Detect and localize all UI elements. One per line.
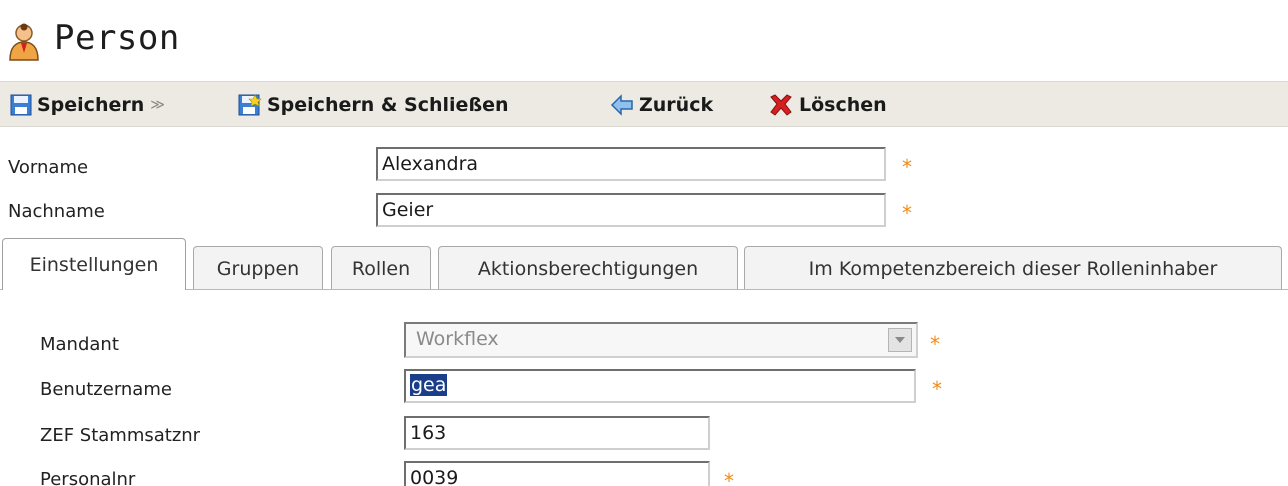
last-name-label: Nachname bbox=[8, 201, 105, 222]
delete-x-icon bbox=[770, 94, 792, 116]
mandant-select[interactable]: Workflex bbox=[404, 322, 918, 358]
back-label: Zurück bbox=[639, 94, 714, 116]
toolbar: Speichern ≫ Speichern & Schließen Zurück… bbox=[0, 81, 1288, 127]
chevron-down-icon[interactable] bbox=[888, 328, 912, 352]
page-title: Person bbox=[54, 18, 180, 58]
username-input[interactable]: gea bbox=[404, 369, 916, 403]
tab-bar: Einstellungen Gruppen Rollen Aktionsbere… bbox=[0, 238, 1288, 290]
save-label: Speichern bbox=[37, 94, 145, 116]
username-label: Benutzername bbox=[40, 379, 172, 400]
zef-stammsatznr-input[interactable] bbox=[404, 416, 710, 450]
back-button[interactable]: Zurück bbox=[610, 82, 713, 128]
first-name-input[interactable] bbox=[376, 147, 886, 181]
mandant-required-star: * bbox=[930, 332, 940, 356]
tab-rollen[interactable]: Rollen bbox=[331, 246, 431, 290]
person-icon bbox=[9, 23, 39, 61]
save-button[interactable]: Speichern ≫ bbox=[10, 82, 165, 128]
mandant-value: Workflex bbox=[416, 328, 499, 350]
tab-einstellungen[interactable]: Einstellungen bbox=[2, 238, 186, 290]
first-name-required-star: * bbox=[902, 155, 912, 179]
personalnr-label: Personalnr bbox=[40, 469, 136, 486]
save-close-icon bbox=[238, 94, 262, 116]
zef-stammsatznr-label: ZEF Stammsatznr bbox=[40, 425, 201, 446]
last-name-input[interactable] bbox=[376, 193, 886, 227]
personalnr-required-star: * bbox=[724, 469, 734, 486]
delete-label: Löschen bbox=[799, 94, 887, 116]
delete-button[interactable]: Löschen bbox=[768, 82, 887, 128]
save-icon bbox=[10, 94, 32, 116]
tab-gruppen[interactable]: Gruppen bbox=[193, 246, 323, 290]
last-name-required-star: * bbox=[902, 201, 912, 225]
personalnr-input[interactable] bbox=[404, 461, 710, 486]
save-and-close-button[interactable]: Speichern & Schließen bbox=[238, 82, 509, 128]
save-close-label: Speichern & Schließen bbox=[267, 94, 509, 116]
first-name-label: Vorname bbox=[8, 157, 89, 178]
arrow-left-icon bbox=[610, 94, 633, 116]
tab-divider bbox=[0, 289, 1288, 290]
tab-kompetenzbereich[interactable]: Im Kompetenzbereich dieser Rolleninhaber bbox=[744, 246, 1282, 290]
username-selected-text: gea bbox=[410, 374, 448, 396]
tab-aktionsberechtigungen[interactable]: Aktionsberechtigungen bbox=[438, 246, 738, 290]
save-options-chevron-icon[interactable]: ≫ bbox=[150, 97, 165, 113]
mandant-label: Mandant bbox=[40, 334, 119, 355]
username-required-star: * bbox=[932, 377, 942, 401]
title-bar: Person bbox=[0, 0, 1288, 80]
